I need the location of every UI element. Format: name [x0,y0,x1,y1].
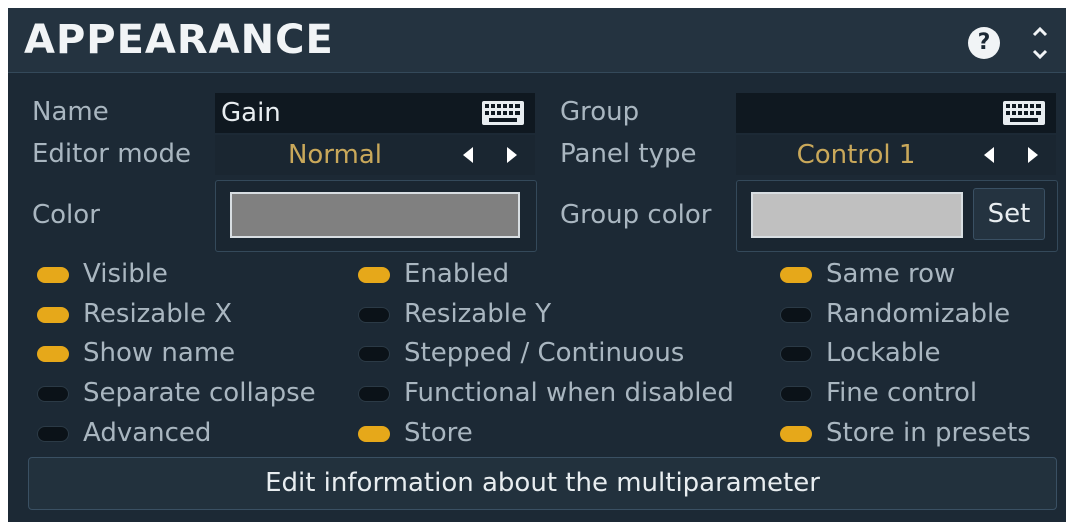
appearance-panel: APPEARANCE ? Name Gain Group Editor mode… [8,8,1066,522]
color-swatch[interactable] [230,192,520,238]
help-icon[interactable]: ? [968,27,1000,59]
group-field[interactable] [736,93,1056,133]
panel-type-label: Panel type [560,139,697,169]
lockable-label: Lockable [826,338,941,368]
randomizable-toggle[interactable] [780,307,812,323]
group-color-picker[interactable]: Set [736,180,1058,252]
prev-arrow-icon[interactable] [463,147,473,163]
group-label: Group [560,97,640,127]
same-row-toggle[interactable] [780,267,812,283]
edit-information-button[interactable]: Edit information about the multiparamete… [28,457,1057,510]
store-toggle[interactable] [358,426,390,442]
fine-control-toggle[interactable] [780,386,812,402]
advanced-toggle[interactable] [37,426,69,442]
resizable-y-toggle[interactable] [358,307,390,323]
color-label: Color [32,200,100,230]
stepped-toggle[interactable] [358,346,390,362]
visible-toggle[interactable] [37,267,69,283]
group-color-swatch[interactable] [751,192,963,238]
separate-collapse-label: Separate collapse [83,378,316,408]
editor-mode-label: Editor mode [32,139,191,169]
resizable-x-toggle[interactable] [37,307,69,323]
panel-header: APPEARANCE ? [8,8,1066,73]
same-row-label: Same row [826,259,956,289]
show-name-toggle[interactable] [37,346,69,362]
visible-label: Visible [83,259,168,289]
prev-arrow-icon[interactable] [984,147,994,163]
keyboard-icon[interactable] [1002,100,1046,126]
store-presets-label: Store in presets [826,418,1031,448]
resizable-y-label: Resizable Y [404,299,552,329]
group-color-label: Group color [560,200,712,230]
next-arrow-icon[interactable] [507,147,517,163]
name-label: Name [32,97,109,127]
randomizable-label: Randomizable [826,299,1011,329]
color-picker[interactable] [215,180,537,252]
panel-type-select[interactable]: Control 1 [736,135,1056,175]
set-color-button[interactable]: Set [973,188,1045,240]
resizable-x-label: Resizable X [83,299,233,329]
show-name-label: Show name [83,338,236,368]
enabled-label: Enabled [404,259,510,289]
functional-disabled-label: Functional when disabled [404,378,734,408]
advanced-label: Advanced [83,418,212,448]
next-arrow-icon[interactable] [1028,147,1038,163]
stepped-label: Stepped / Continuous [404,338,685,368]
editor-mode-value: Normal [287,140,383,170]
enabled-toggle[interactable] [358,267,390,283]
editor-mode-select[interactable]: Normal [215,135,535,175]
fine-control-label: Fine control [826,378,978,408]
lockable-toggle[interactable] [780,346,812,362]
name-value: Gain [221,98,281,128]
panel-title: APPEARANCE [24,17,334,63]
collapse-chevrons-icon[interactable] [1024,20,1056,66]
panel-type-value: Control 1 [796,140,916,170]
store-presets-toggle[interactable] [780,426,812,442]
store-label: Store [404,418,473,448]
keyboard-icon[interactable] [481,100,525,126]
separate-collapse-toggle[interactable] [37,386,69,402]
functional-disabled-toggle[interactable] [358,386,390,402]
name-field[interactable]: Gain [215,93,535,133]
